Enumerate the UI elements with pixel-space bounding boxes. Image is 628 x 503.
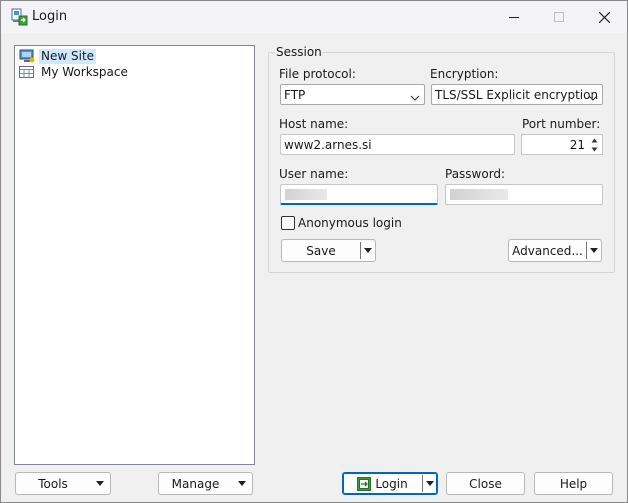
port-number-label: Port number: [522,117,601,131]
save-label: Save [306,243,336,258]
caret-down-icon [90,481,110,486]
caret-down-icon[interactable] [361,248,375,253]
user-name-label: User name: [279,167,349,181]
checkbox-box[interactable] [281,216,295,230]
login-icon [357,476,372,491]
host-name-input[interactable]: www2.arnes.si [280,134,515,155]
close-label: Close [469,476,502,491]
tools-label: Tools [38,476,68,491]
login-label: Login [375,476,408,491]
advanced-button[interactable]: Advanced... [508,239,602,262]
file-protocol-label: File protocol: [279,67,356,81]
computer-icon [19,49,35,63]
password-input[interactable] [445,184,603,205]
spin-down-icon[interactable] [589,145,600,153]
user-name-input[interactable] [280,184,438,205]
caret-down-icon[interactable] [423,481,437,486]
host-name-value: www2.arnes.si [284,138,372,152]
login-button[interactable]: Login [342,472,438,495]
port-number-value: 21 [569,138,585,152]
workspace-icon [19,65,35,79]
encryption-select[interactable]: TLS/SSL Explicit encryption [431,84,603,105]
app-icon [10,8,28,26]
spin-up-icon[interactable] [589,136,600,144]
anonymous-login-checkbox[interactable]: Anonymous login [281,216,402,230]
help-label: Help [559,476,588,491]
file-protocol-value: FTP [284,88,306,102]
chevron-down-icon [588,91,598,105]
tree-item-new-site[interactable]: New Site [19,48,97,64]
tree-item-my-workspace[interactable]: My Workspace [19,64,130,80]
title-bar[interactable]: Login [1,1,627,33]
anonymous-login-label: Anonymous login [298,216,402,230]
advanced-label: Advanced... [512,243,583,258]
encryption-value: TLS/SSL Explicit encryption [435,88,599,102]
help-button[interactable]: Help [534,472,613,495]
login-button-content: Login [343,476,422,491]
close-icon [598,11,610,23]
port-number-stepper[interactable]: 21 [521,134,603,155]
encryption-label: Encryption: [430,67,499,81]
tree-item-label: My Workspace [41,64,128,79]
caret-down-icon [232,481,252,486]
window-title: Login [32,9,68,24]
close-button[interactable]: Close [446,472,525,495]
minimize-button[interactable] [491,1,537,33]
redacted-text [450,189,508,200]
chevron-down-icon [410,91,420,105]
save-button[interactable]: Save [281,239,376,262]
manage-button[interactable]: Manage [158,472,253,495]
redacted-text [285,189,327,200]
manage-label: Manage [171,476,220,491]
maximize-button [536,1,582,33]
site-tree[interactable]: New Site My Workspace [14,45,255,465]
tools-button[interactable]: Tools [15,472,111,495]
tree-item-label: New Site [39,48,97,64]
caret-down-icon[interactable] [587,248,601,253]
close-window-button[interactable] [581,1,627,33]
login-window: Login New Site My Workspace Session File… [0,0,628,503]
minimize-icon [509,17,519,18]
host-name-label: Host name: [279,117,349,131]
password-label: Password: [445,167,506,181]
maximize-icon [554,12,564,22]
session-legend: Session [275,45,323,59]
file-protocol-select[interactable]: FTP [280,84,425,105]
